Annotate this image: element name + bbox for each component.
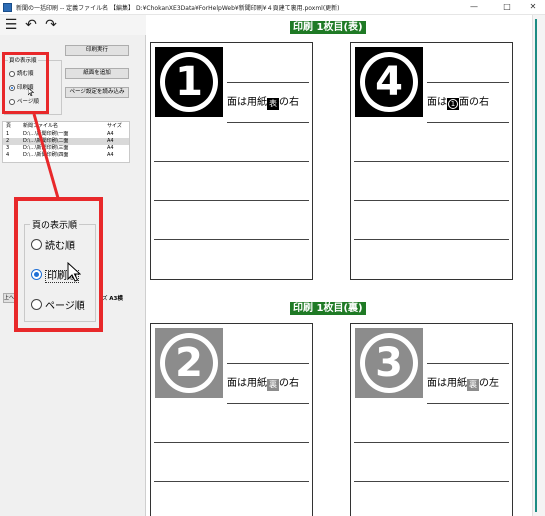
page-4[interactable]: 4 面は 1 面の右 xyxy=(350,42,513,280)
page-number: 3 xyxy=(360,333,418,393)
zoom-callout: 頁の表示順 読む順 印刷順 ページ順 xyxy=(14,197,103,332)
rule-line xyxy=(354,481,509,482)
rule-line xyxy=(354,442,509,443)
page-position-text: 面は用紙表の右 xyxy=(227,97,299,110)
page-position-text: 面は用紙裏の右 xyxy=(227,378,299,391)
mouse-cursor-icon xyxy=(67,262,81,282)
radio-dot-selected xyxy=(31,269,42,280)
rule-line xyxy=(354,161,509,162)
rule-line xyxy=(227,122,309,123)
page-number-box: 4 xyxy=(355,47,423,117)
rule-line xyxy=(427,122,509,123)
page-number: 1 xyxy=(160,52,218,112)
rule-line xyxy=(227,403,309,404)
rule-line xyxy=(427,403,509,404)
page-1[interactable]: 1 面は用紙表の右 xyxy=(150,42,313,280)
rule-line xyxy=(354,200,509,201)
scrollbar-track-line xyxy=(535,19,537,512)
print-preview[interactable]: 印刷 1枚目(表) 1 面は用紙表の右 4 面は 1 面の右 印刷 1枚目(裏)… xyxy=(147,15,532,516)
rule-line xyxy=(154,239,309,240)
rule-line xyxy=(154,481,309,482)
page-ref-mark: 1 xyxy=(447,98,459,110)
radio-dot xyxy=(31,239,42,250)
page-3[interactable]: 3 面は用紙裏の左 xyxy=(350,323,513,516)
rule-line xyxy=(354,239,509,240)
sheet-back: 2 面は用紙裏の右 3 面は用紙裏の左 xyxy=(150,318,513,516)
rule-line xyxy=(227,82,309,83)
rule-line xyxy=(427,363,509,364)
vertical-scrollbar[interactable] xyxy=(532,15,545,516)
rule-line xyxy=(154,161,309,162)
page-number: 2 xyxy=(160,333,218,393)
radio-dot xyxy=(31,299,42,310)
rule-line xyxy=(154,200,309,201)
front-mark: 表 xyxy=(267,98,279,110)
page-2[interactable]: 2 面は用紙裏の右 xyxy=(150,323,313,516)
callout-radio-page-order[interactable]: ページ順 xyxy=(31,297,85,312)
page-number: 4 xyxy=(360,52,418,112)
page-number-box: 1 xyxy=(155,47,223,117)
callout-groupbox: 頁の表示順 読む順 印刷順 ページ順 xyxy=(24,218,96,322)
rule-line xyxy=(427,82,509,83)
sheet-label-back: 印刷 1枚目(裏) xyxy=(290,302,366,315)
rule-line xyxy=(227,363,309,364)
rule-line xyxy=(154,442,309,443)
page-position-text: 面は 1 面の右 xyxy=(427,97,489,110)
back-mark: 裏 xyxy=(467,379,479,391)
sheet-front: 1 面は用紙表の右 4 面は 1 面の右 xyxy=(150,37,513,300)
callout-legend: 頁の表示順 xyxy=(30,218,80,231)
back-mark: 裏 xyxy=(267,379,279,391)
callout-radio-read-order[interactable]: 読む順 xyxy=(31,237,75,252)
page-number-box: 3 xyxy=(355,328,423,398)
page-number-box: 2 xyxy=(155,328,223,398)
sheet-label-front: 印刷 1枚目(表) xyxy=(290,21,366,34)
page-position-text: 面は用紙裏の左 xyxy=(427,378,499,391)
